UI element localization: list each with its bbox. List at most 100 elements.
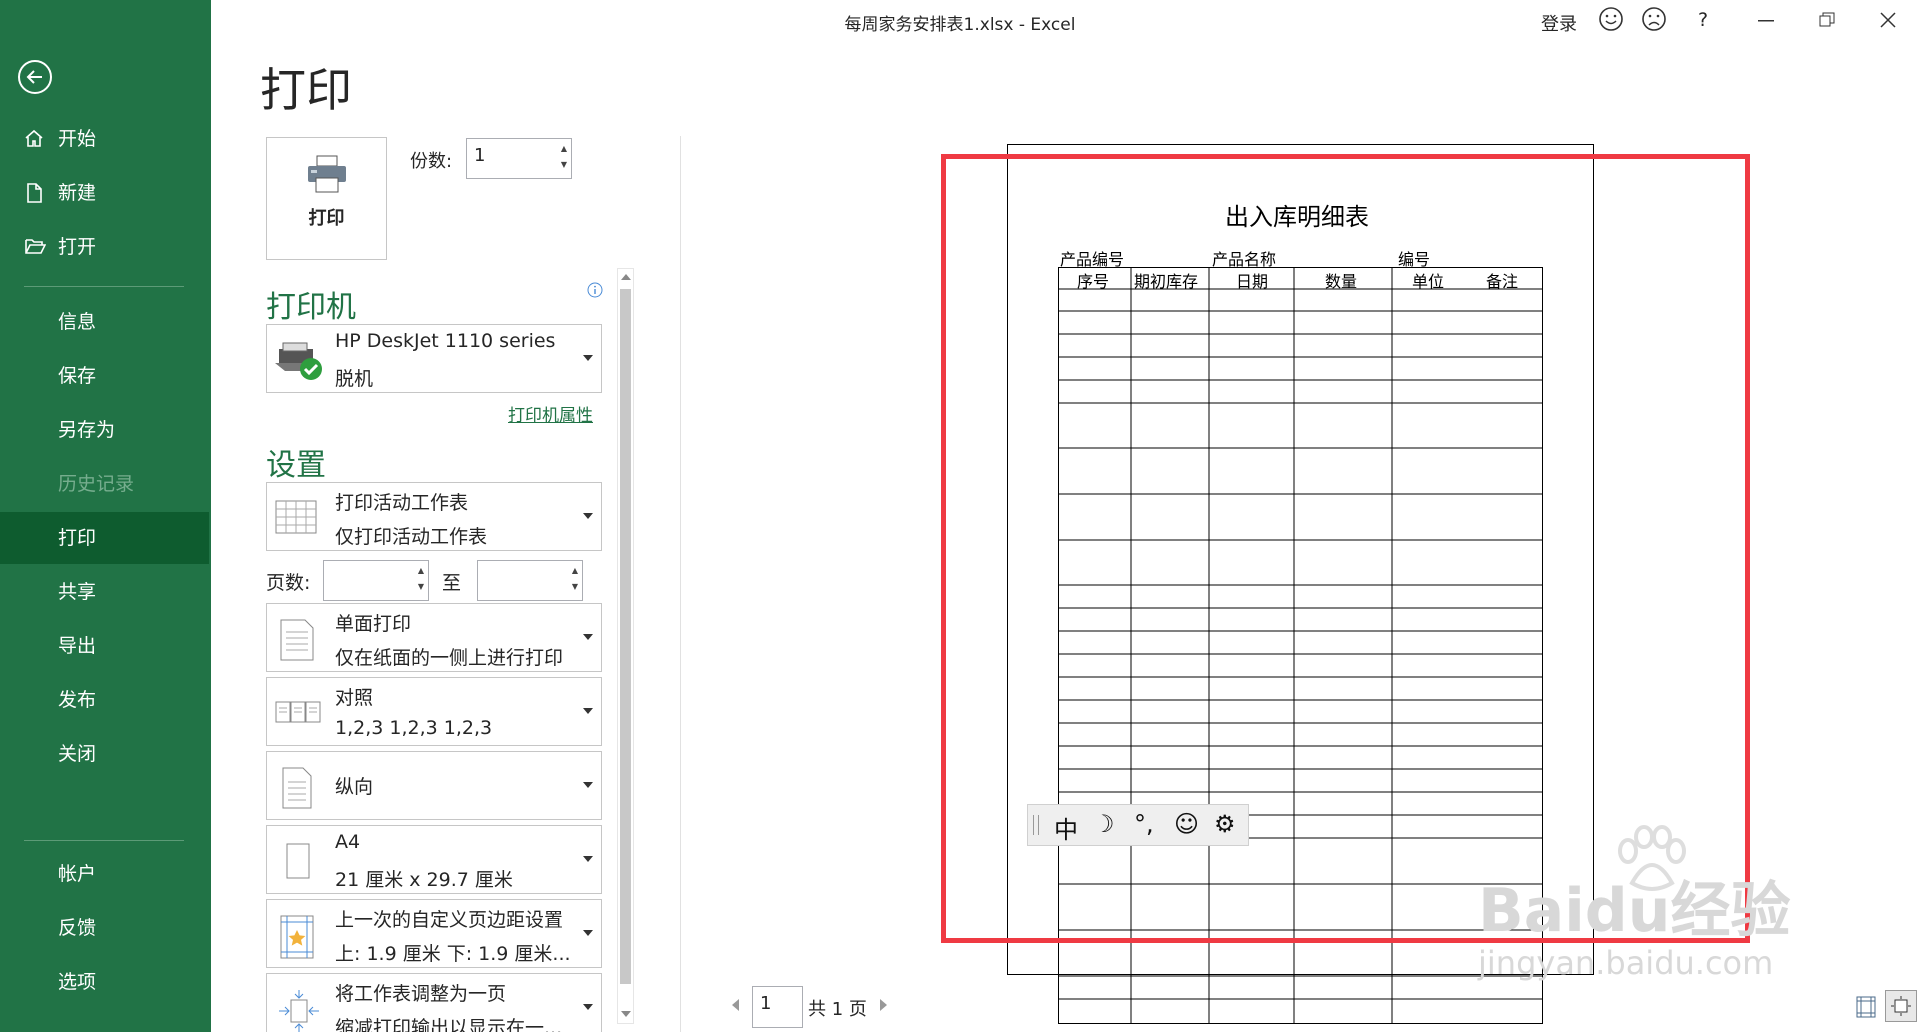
nav-label: 开始 <box>58 128 97 150</box>
spin-arrows-icon[interactable]: ▲ ▼ <box>572 563 578 595</box>
backstage-sidebar: 开始 新建 打开 信息 保存 另存为 历史记录 打印 共享 导出 发布 关闭 帐… <box>0 0 211 1032</box>
nav-info[interactable]: 信息 <box>0 296 209 348</box>
nav-export[interactable]: 导出 <box>0 620 209 672</box>
nav-label: 信息 <box>58 311 97 333</box>
printer-properties-link[interactable]: 打印机属性 <box>508 401 593 426</box>
print-scope-dropdown[interactable]: 打印活动工作表 仅打印活动工作表 <box>266 482 602 551</box>
close-icon[interactable] <box>1880 12 1896 28</box>
collate-desc: 1,2,3 1,2,3 1,2,3 <box>335 717 493 739</box>
back-button[interactable] <box>18 60 52 94</box>
nav-label: 新建 <box>58 182 97 204</box>
nav-label: 关闭 <box>58 743 97 765</box>
paper-size-icon <box>286 843 310 879</box>
minimize-icon[interactable] <box>1758 20 1774 22</box>
printer-name: HP DeskJet 1110 series <box>335 330 556 352</box>
scroll-down-icon[interactable] <box>621 1011 631 1017</box>
scroll-thumb[interactable] <box>620 289 631 984</box>
home-icon <box>25 129 43 147</box>
frown-feedback-icon[interactable] <box>1641 6 1667 32</box>
fit-to-page-icon <box>279 990 319 1032</box>
nav-home[interactable]: 开始 <box>0 113 209 165</box>
collate-dropdown[interactable]: 对照 1,2,3 1,2,3 1,2,3 <box>266 677 602 746</box>
help-button[interactable]: ? <box>1698 9 1708 31</box>
next-page-icon[interactable] <box>880 999 887 1011</box>
nav-new[interactable]: 新建 <box>0 167 209 219</box>
nav-account[interactable]: 帐户 <box>0 848 209 900</box>
nav-save[interactable]: 保存 <box>0 350 209 402</box>
nav-share[interactable]: 共享 <box>0 566 209 618</box>
orientation-title: 纵向 <box>335 776 374 798</box>
sign-in-link[interactable]: 登录 <box>1541 10 1577 36</box>
nav-label: 打印 <box>58 527 97 549</box>
collate-pages-icon <box>275 701 321 723</box>
margins-desc: 上: 1.9 厘米 下: 1.9 厘米... <box>335 943 571 965</box>
printer-dropdown[interactable]: HP DeskJet 1110 series 脱机 <box>266 324 602 393</box>
open-folder-icon <box>25 239 46 254</box>
settings-scrollbar[interactable] <box>617 268 634 1024</box>
nav-open[interactable]: 打开 <box>0 221 209 273</box>
nav-options[interactable]: 选项 <box>0 956 209 1008</box>
pages-to-input[interactable]: ▲ ▼ <box>477 560 583 601</box>
settings-section-title: 设置 <box>266 448 326 483</box>
paper-size-dropdown[interactable]: A4 21 厘米 x 29.7 厘米 <box>266 825 602 894</box>
nav-divider <box>24 286 184 287</box>
page-number-input[interactable]: 1 <box>752 986 803 1028</box>
printer-status-icon <box>275 342 322 380</box>
sides-dropdown[interactable]: 单面打印 仅在纸面的一侧上进行打印 <box>266 603 602 672</box>
nav-label: 共享 <box>58 581 97 603</box>
nav-publish[interactable]: 发布 <box>0 674 209 726</box>
nav-label: 导出 <box>58 635 97 657</box>
spin-arrows-icon[interactable]: ▲ ▼ <box>561 141 567 173</box>
chevron-down-icon <box>583 782 593 788</box>
orientation-dropdown[interactable]: 纵向 <box>266 751 602 820</box>
zoom-to-page-button[interactable] <box>1885 990 1917 1022</box>
nav-close[interactable]: 关闭 <box>0 728 209 780</box>
copies-label: 份数: <box>410 151 453 172</box>
nav-history: 历史记录 <box>0 458 209 510</box>
scope-title: 打印活动工作表 <box>335 492 469 514</box>
prev-page-icon[interactable] <box>732 999 739 1011</box>
nav-label: 选项 <box>58 971 97 993</box>
chevron-down-icon <box>583 1004 593 1010</box>
page-total: 共 1 页 <box>808 999 867 1020</box>
margins-title: 上一次的自定义页边距设置 <box>335 909 564 931</box>
nav-feedback[interactable]: 反馈 <box>0 902 209 954</box>
page-title: 打印 <box>260 63 352 117</box>
pages-from-input[interactable]: ▲ ▼ <box>323 560 429 601</box>
info-icon[interactable] <box>587 282 603 298</box>
watermark-url: jingyan.baidu.com <box>1478 944 1774 982</box>
nav-save-as[interactable]: 另存为 <box>0 404 209 456</box>
restore-icon[interactable] <box>1819 12 1835 28</box>
printer-icon <box>308 155 346 193</box>
scroll-up-icon[interactable] <box>621 274 631 280</box>
spin-arrows-icon[interactable]: ▲ ▼ <box>418 563 424 595</box>
nav-divider <box>24 840 184 841</box>
scaling-dropdown[interactable]: 将工作表调整为一页 缩减打印输出以显示在一... <box>266 973 602 1032</box>
print-button-label: 打印 <box>308 208 345 229</box>
copies-input[interactable]: 1 ▲ ▼ <box>466 138 572 179</box>
arrow-left-icon <box>26 70 42 84</box>
printer-section-title: 打印机 <box>266 290 356 325</box>
window-title: 每周家务安排表1.xlsx - Excel <box>844 15 1076 35</box>
nav-label: 反馈 <box>58 917 97 939</box>
show-margins-icon[interactable] <box>1856 996 1876 1018</box>
page-number-value: 1 <box>760 993 772 1014</box>
scaling-title: 将工作表调整为一页 <box>335 983 507 1005</box>
panel-divider <box>680 136 681 1032</box>
scope-desc: 仅打印活动工作表 <box>335 526 488 548</box>
nav-label: 历史记录 <box>58 473 135 495</box>
nav-label: 保存 <box>58 365 97 387</box>
print-button[interactable]: 打印 <box>266 137 387 260</box>
pages-label: 页数: <box>266 572 311 594</box>
portrait-page-icon <box>282 767 312 809</box>
paper-desc: 21 厘米 x 29.7 厘米 <box>335 869 513 891</box>
paper-title: A4 <box>335 831 361 853</box>
nav-print[interactable]: 打印 <box>0 512 209 564</box>
zoom-page-icon <box>1891 996 1911 1016</box>
custom-margins-icon <box>280 915 314 959</box>
smile-feedback-icon[interactable] <box>1598 6 1624 32</box>
chevron-down-icon <box>583 856 593 862</box>
margins-dropdown[interactable]: 上一次的自定义页边距设置 上: 1.9 厘米 下: 1.9 厘米... <box>266 899 602 968</box>
nav-label: 另存为 <box>58 419 116 441</box>
nav-label: 发布 <box>58 689 97 711</box>
